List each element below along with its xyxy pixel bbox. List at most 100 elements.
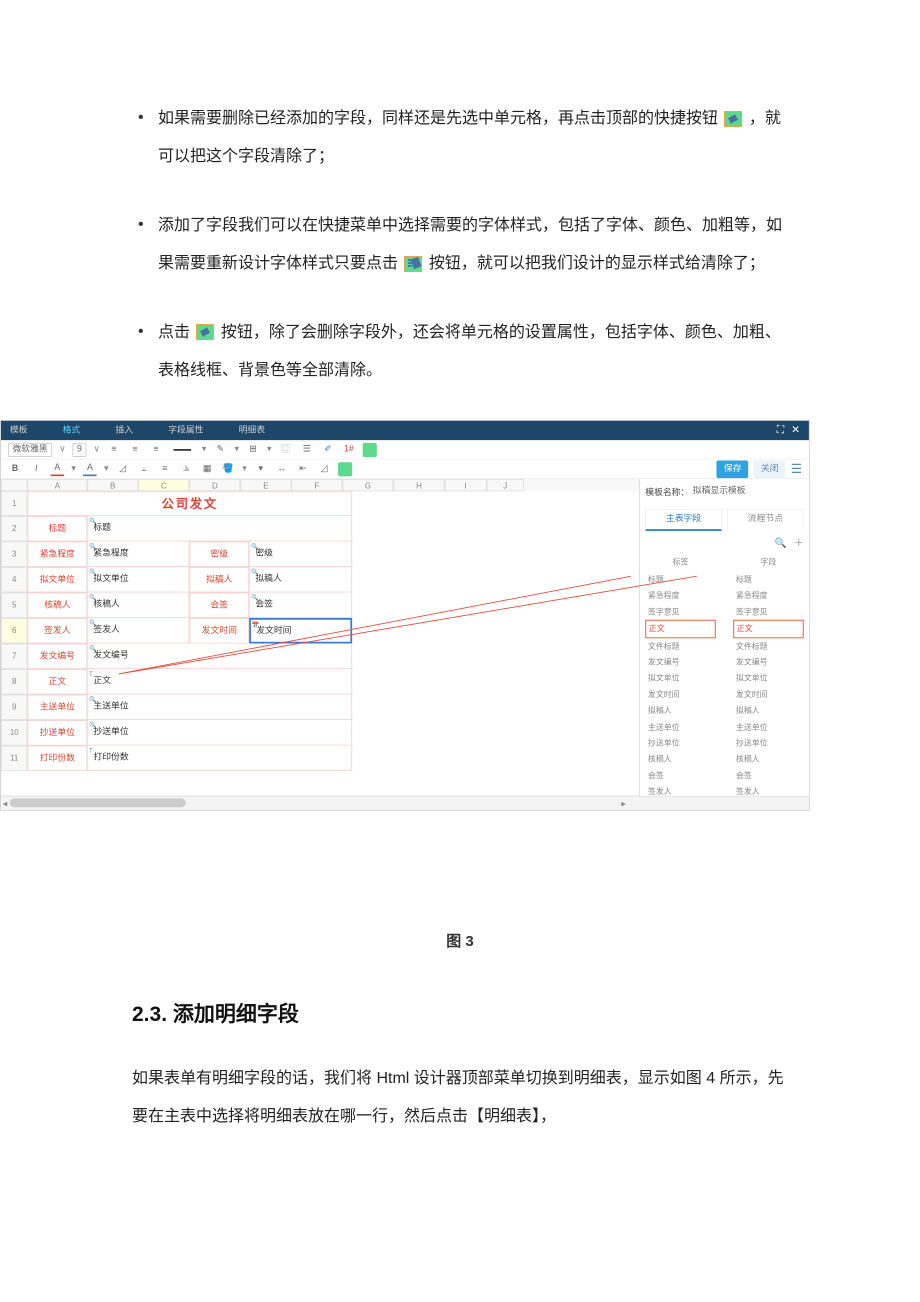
field-item[interactable]: 正文 bbox=[733, 620, 803, 638]
bold-icon[interactable]: B bbox=[8, 462, 22, 476]
font-size-select[interactable]: 9 bbox=[73, 443, 87, 457]
value-cell[interactable]: 🔍抄送单位 bbox=[87, 720, 352, 746]
add-icon[interactable]: ＋ bbox=[794, 537, 804, 552]
col-header[interactable]: J bbox=[487, 479, 524, 491]
spreadsheet[interactable]: A B C D E F G H I J 1 公司发文 2标题🔍标题 3紧急程度🔍紧… bbox=[1, 479, 640, 796]
row-number[interactable]: 4 bbox=[1, 567, 27, 593]
col-header[interactable]: B bbox=[87, 479, 138, 491]
expand-icon[interactable]: ⛶ bbox=[777, 422, 784, 439]
value-cell[interactable]: 🔍拟文单位 bbox=[87, 567, 189, 593]
close-icon[interactable]: ✕ bbox=[791, 422, 800, 439]
title-cell[interactable]: 公司发文 bbox=[27, 492, 352, 517]
eraser-small-icon[interactable]: ◿ bbox=[115, 462, 129, 476]
shrink-icon[interactable]: ⇤ bbox=[296, 462, 310, 476]
value-cell[interactable]: 🔍紧急程度 bbox=[87, 542, 189, 568]
fill-color-icon[interactable]: 🪣 bbox=[221, 462, 235, 476]
label-cell[interactable]: 打印份数 bbox=[27, 746, 87, 772]
align-center-icon[interactable]: ≡ bbox=[128, 443, 142, 457]
row-number[interactable]: 2 bbox=[1, 516, 27, 542]
align-right-icon[interactable]: ≡ bbox=[149, 443, 163, 457]
label-cell[interactable]: 密级 bbox=[189, 542, 249, 568]
field-item[interactable]: 正文 bbox=[645, 620, 715, 638]
field-item[interactable]: 拟稿人 bbox=[733, 703, 803, 719]
field-item[interactable]: 核稿人 bbox=[733, 751, 803, 767]
label-cell[interactable]: 主送单位 bbox=[27, 695, 87, 721]
label-cell[interactable]: 紧急程度 bbox=[27, 542, 87, 568]
value-cell[interactable]: 🔍标题 bbox=[87, 516, 352, 542]
col-header[interactable]: F bbox=[291, 479, 342, 491]
col-header[interactable]: D bbox=[189, 479, 240, 491]
expand-h-icon[interactable]: ↔ bbox=[275, 462, 289, 476]
value-cell[interactable]: T正文 bbox=[87, 669, 352, 695]
field-item[interactable]: 主送单位 bbox=[733, 719, 803, 735]
field-item[interactable]: 拟文单位 bbox=[733, 671, 803, 687]
field-item[interactable]: 签字意见 bbox=[733, 604, 803, 620]
fill-icon[interactable]: ▦ bbox=[200, 462, 214, 476]
align-left-icon[interactable]: ≡ bbox=[107, 443, 121, 457]
eraser-all-button[interactable] bbox=[338, 462, 352, 476]
row-number[interactable]: 10 bbox=[1, 720, 27, 746]
font-select[interactable]: 微软雅黑 bbox=[8, 443, 52, 457]
valign-top-icon[interactable]: ⫠ bbox=[137, 462, 151, 476]
hamburger-icon[interactable]: ☰ bbox=[791, 459, 802, 479]
row-number[interactable]: 8 bbox=[1, 669, 27, 695]
scrollbar-thumb[interactable] bbox=[10, 799, 186, 808]
row-number[interactable]: 7 bbox=[1, 644, 27, 670]
underline-icon[interactable]: A bbox=[50, 462, 64, 476]
field-item[interactable]: 发文时间 bbox=[733, 687, 803, 703]
row-number[interactable]: 3 bbox=[1, 542, 27, 568]
menu-detail[interactable]: 明细表 bbox=[239, 424, 265, 438]
field-item[interactable]: 签字意见 bbox=[645, 604, 715, 620]
value-cell[interactable]: 🔍会签 bbox=[249, 593, 352, 619]
field-item[interactable]: 签发人 bbox=[645, 784, 715, 796]
label-cell[interactable]: 发文编号 bbox=[27, 644, 87, 670]
valign-mid-icon[interactable]: ≡ bbox=[158, 462, 172, 476]
horizontal-scrollbar[interactable]: ◂ ▸ bbox=[1, 796, 809, 810]
close-button[interactable]: 关闭 bbox=[754, 460, 786, 478]
filter-icon[interactable]: ▾ bbox=[254, 462, 268, 476]
field-item[interactable]: 紧急程度 bbox=[733, 588, 803, 604]
value-cell[interactable]: 🔍签发人 bbox=[87, 618, 189, 644]
col-header[interactable]: C bbox=[138, 479, 189, 491]
one-hash-icon[interactable]: 1# bbox=[342, 443, 356, 457]
label-cell[interactable]: 发文时间 bbox=[189, 618, 249, 644]
menu-insert[interactable]: 插入 bbox=[115, 424, 133, 438]
menu-format[interactable]: 格式 bbox=[63, 424, 81, 438]
field-item[interactable]: 紧急程度 bbox=[645, 588, 715, 604]
label-cell[interactable]: 核稿人 bbox=[27, 593, 87, 619]
col-header[interactable]: G bbox=[342, 479, 393, 491]
tab-flow-nodes[interactable]: 流程节点 bbox=[727, 509, 804, 531]
eraser-cell-icon[interactable]: ◿ bbox=[317, 462, 331, 476]
label-cell[interactable]: 拟文单位 bbox=[27, 567, 87, 593]
row-number[interactable]: 11 bbox=[1, 746, 27, 772]
field-item[interactable]: 签发人 bbox=[733, 784, 803, 796]
col-header[interactable]: H bbox=[394, 479, 445, 491]
col-header[interactable]: E bbox=[240, 479, 291, 491]
search-icon[interactable]: 🔍 bbox=[775, 537, 787, 552]
row-number[interactable]: 5 bbox=[1, 593, 27, 619]
field-item[interactable]: 抄送单位 bbox=[645, 735, 715, 751]
field-item[interactable]: 发文编号 bbox=[645, 654, 715, 670]
col-header[interactable]: I bbox=[445, 479, 487, 491]
menu-field-props[interactable]: 字段属性 bbox=[168, 424, 203, 438]
value-cell[interactable]: T打印份数 bbox=[87, 746, 352, 772]
label-cell[interactable]: 标题 bbox=[27, 516, 87, 542]
menu-template[interactable]: 模板 bbox=[10, 424, 28, 438]
col-header[interactable]: A bbox=[27, 479, 87, 491]
label-cell[interactable]: 会签 bbox=[189, 593, 249, 619]
field-item[interactable]: 发文时间 bbox=[645, 687, 715, 703]
clear-style-button[interactable] bbox=[363, 443, 377, 457]
italic-icon[interactable]: I bbox=[29, 462, 43, 476]
list-icon[interactable]: ☰ bbox=[300, 443, 314, 457]
row-number[interactable]: 1 bbox=[1, 492, 27, 517]
save-button[interactable]: 保存 bbox=[717, 460, 749, 478]
valign-bot-icon[interactable]: ⫡ bbox=[179, 462, 193, 476]
field-item[interactable]: 抄送单位 bbox=[733, 735, 803, 751]
field-item[interactable]: 拟文单位 bbox=[645, 671, 715, 687]
brush-icon[interactable]: ✐ bbox=[321, 443, 335, 457]
field-item[interactable]: 会签 bbox=[645, 768, 715, 784]
merge-icon[interactable]: ⿴ bbox=[279, 443, 293, 457]
label-cell[interactable]: 拟稿人 bbox=[189, 567, 249, 593]
field-item[interactable]: 发文编号 bbox=[733, 654, 803, 670]
font-color-icon[interactable]: A bbox=[83, 462, 97, 476]
